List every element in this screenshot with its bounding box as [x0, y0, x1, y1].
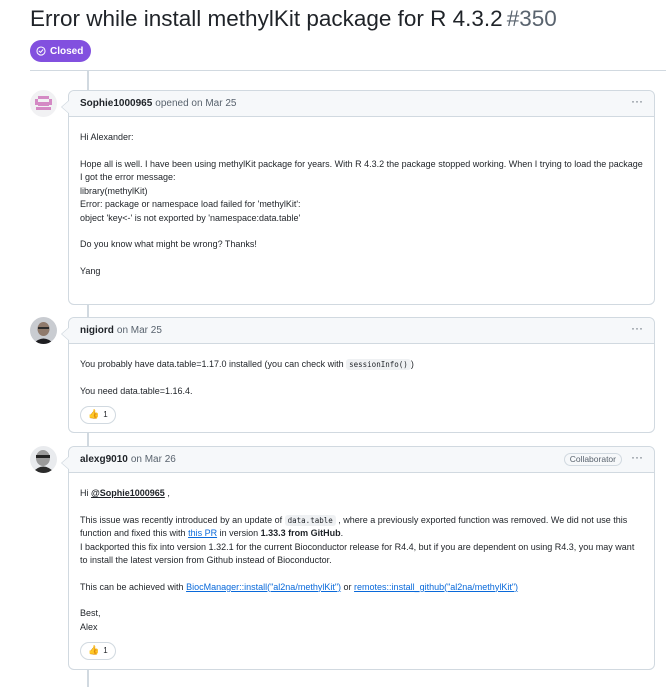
- comment-card: nigiord on Mar 25 ··· You probably have …: [61, 317, 655, 433]
- comment-paragraph: I backported this fix into version 1.32.…: [80, 541, 635, 566]
- reaction-button[interactable]: 👍 1: [80, 642, 116, 660]
- user-mention-link[interactable]: @Sophie1000965: [91, 488, 165, 498]
- comment-line: library(methylKit): [80, 185, 148, 196]
- comment-card: Sophie1000965 opened on Mar 25 ··· Hi Al…: [61, 90, 655, 305]
- comment-line: Best,: [80, 608, 101, 618]
- pr-link[interactable]: this PR: [188, 528, 217, 538]
- reaction-count: 1: [103, 646, 108, 656]
- check-circle-icon: [36, 46, 46, 56]
- comment-date[interactable]: opened on Mar 25: [155, 98, 236, 109]
- comment-header: nigiord on Mar 25 ···: [69, 318, 654, 344]
- comment-body: Hi Alexander: Hope all is well. I have b…: [69, 131, 654, 278]
- thumbs-up-icon: 👍: [88, 409, 100, 420]
- comment-card: alexg9010 on Mar 26 Collaborator ··· Hi …: [61, 446, 655, 670]
- comment-paragraph: You need data.table=1.16.4.: [80, 385, 193, 396]
- reaction-button[interactable]: 👍 1: [80, 406, 116, 424]
- state-label: Closed: [50, 45, 84, 57]
- comment-paragraph: Yang: [80, 265, 101, 276]
- author-link[interactable]: nigiord: [80, 325, 114, 336]
- issue-number: #350: [506, 6, 557, 31]
- author-link[interactable]: alexg9010: [80, 454, 128, 465]
- comment-line: Alex: [80, 621, 98, 632]
- comment-paragraph: Hope all is well. I have been using meth…: [80, 158, 643, 183]
- comment-header: alexg9010 on Mar 26 Collaborator ···: [69, 447, 654, 473]
- comment-line: object 'key<-' is not exported by 'names…: [80, 212, 301, 223]
- comment-paragraph: Hi @Sophie1000965 ,: [80, 488, 170, 498]
- avatar[interactable]: [30, 90, 57, 117]
- comment-paragraph: This issue was recently introduced by an…: [80, 514, 628, 538]
- reaction-count: 1: [103, 410, 108, 420]
- remotes-link[interactable]: remotes::install_github("al2na/methylKit…: [354, 582, 518, 592]
- avatar[interactable]: [30, 446, 57, 473]
- comment-date[interactable]: on Mar 25: [117, 325, 162, 336]
- comment-paragraph: Hi Alexander:: [80, 132, 134, 142]
- issue-title-row: Error while install methylKit package fo…: [30, 4, 557, 34]
- comment-date[interactable]: on Mar 26: [131, 454, 176, 465]
- comment-line: Error: package or namespace load failed …: [80, 199, 301, 209]
- comment-body: You probably have data.table=1.17.0 inst…: [69, 358, 654, 424]
- thumbs-up-icon: 👍: [88, 645, 100, 656]
- author-link[interactable]: Sophie1000965: [80, 98, 152, 109]
- collaborator-badge: Collaborator: [563, 453, 622, 466]
- biocmanager-link[interactable]: BiocManager::install("al2na/methylKit"): [186, 582, 341, 592]
- comment-paragraph: Do you know what might be wrong? Thanks!: [80, 239, 257, 249]
- state-badge: Closed: [30, 40, 92, 62]
- kebab-menu-icon[interactable]: ···: [631, 451, 643, 467]
- kebab-menu-icon[interactable]: ···: [631, 95, 643, 111]
- inline-code: sessionInfo(): [346, 359, 411, 370]
- comment-paragraph: You probably have data.table=1.17.0 inst…: [80, 359, 414, 370]
- comment-paragraph: This can be achieved with BiocManager::i…: [80, 581, 519, 592]
- issue-title: Error while install methylKit package fo…: [30, 6, 503, 31]
- header-divider: [30, 70, 666, 71]
- comment-header: Sophie1000965 opened on Mar 25 ···: [69, 91, 654, 117]
- inline-code: data.table: [284, 514, 336, 526]
- kebab-menu-icon[interactable]: ···: [631, 322, 643, 338]
- avatar[interactable]: [30, 317, 57, 344]
- comment-body: Hi @Sophie1000965 , This issue was recen…: [69, 487, 654, 660]
